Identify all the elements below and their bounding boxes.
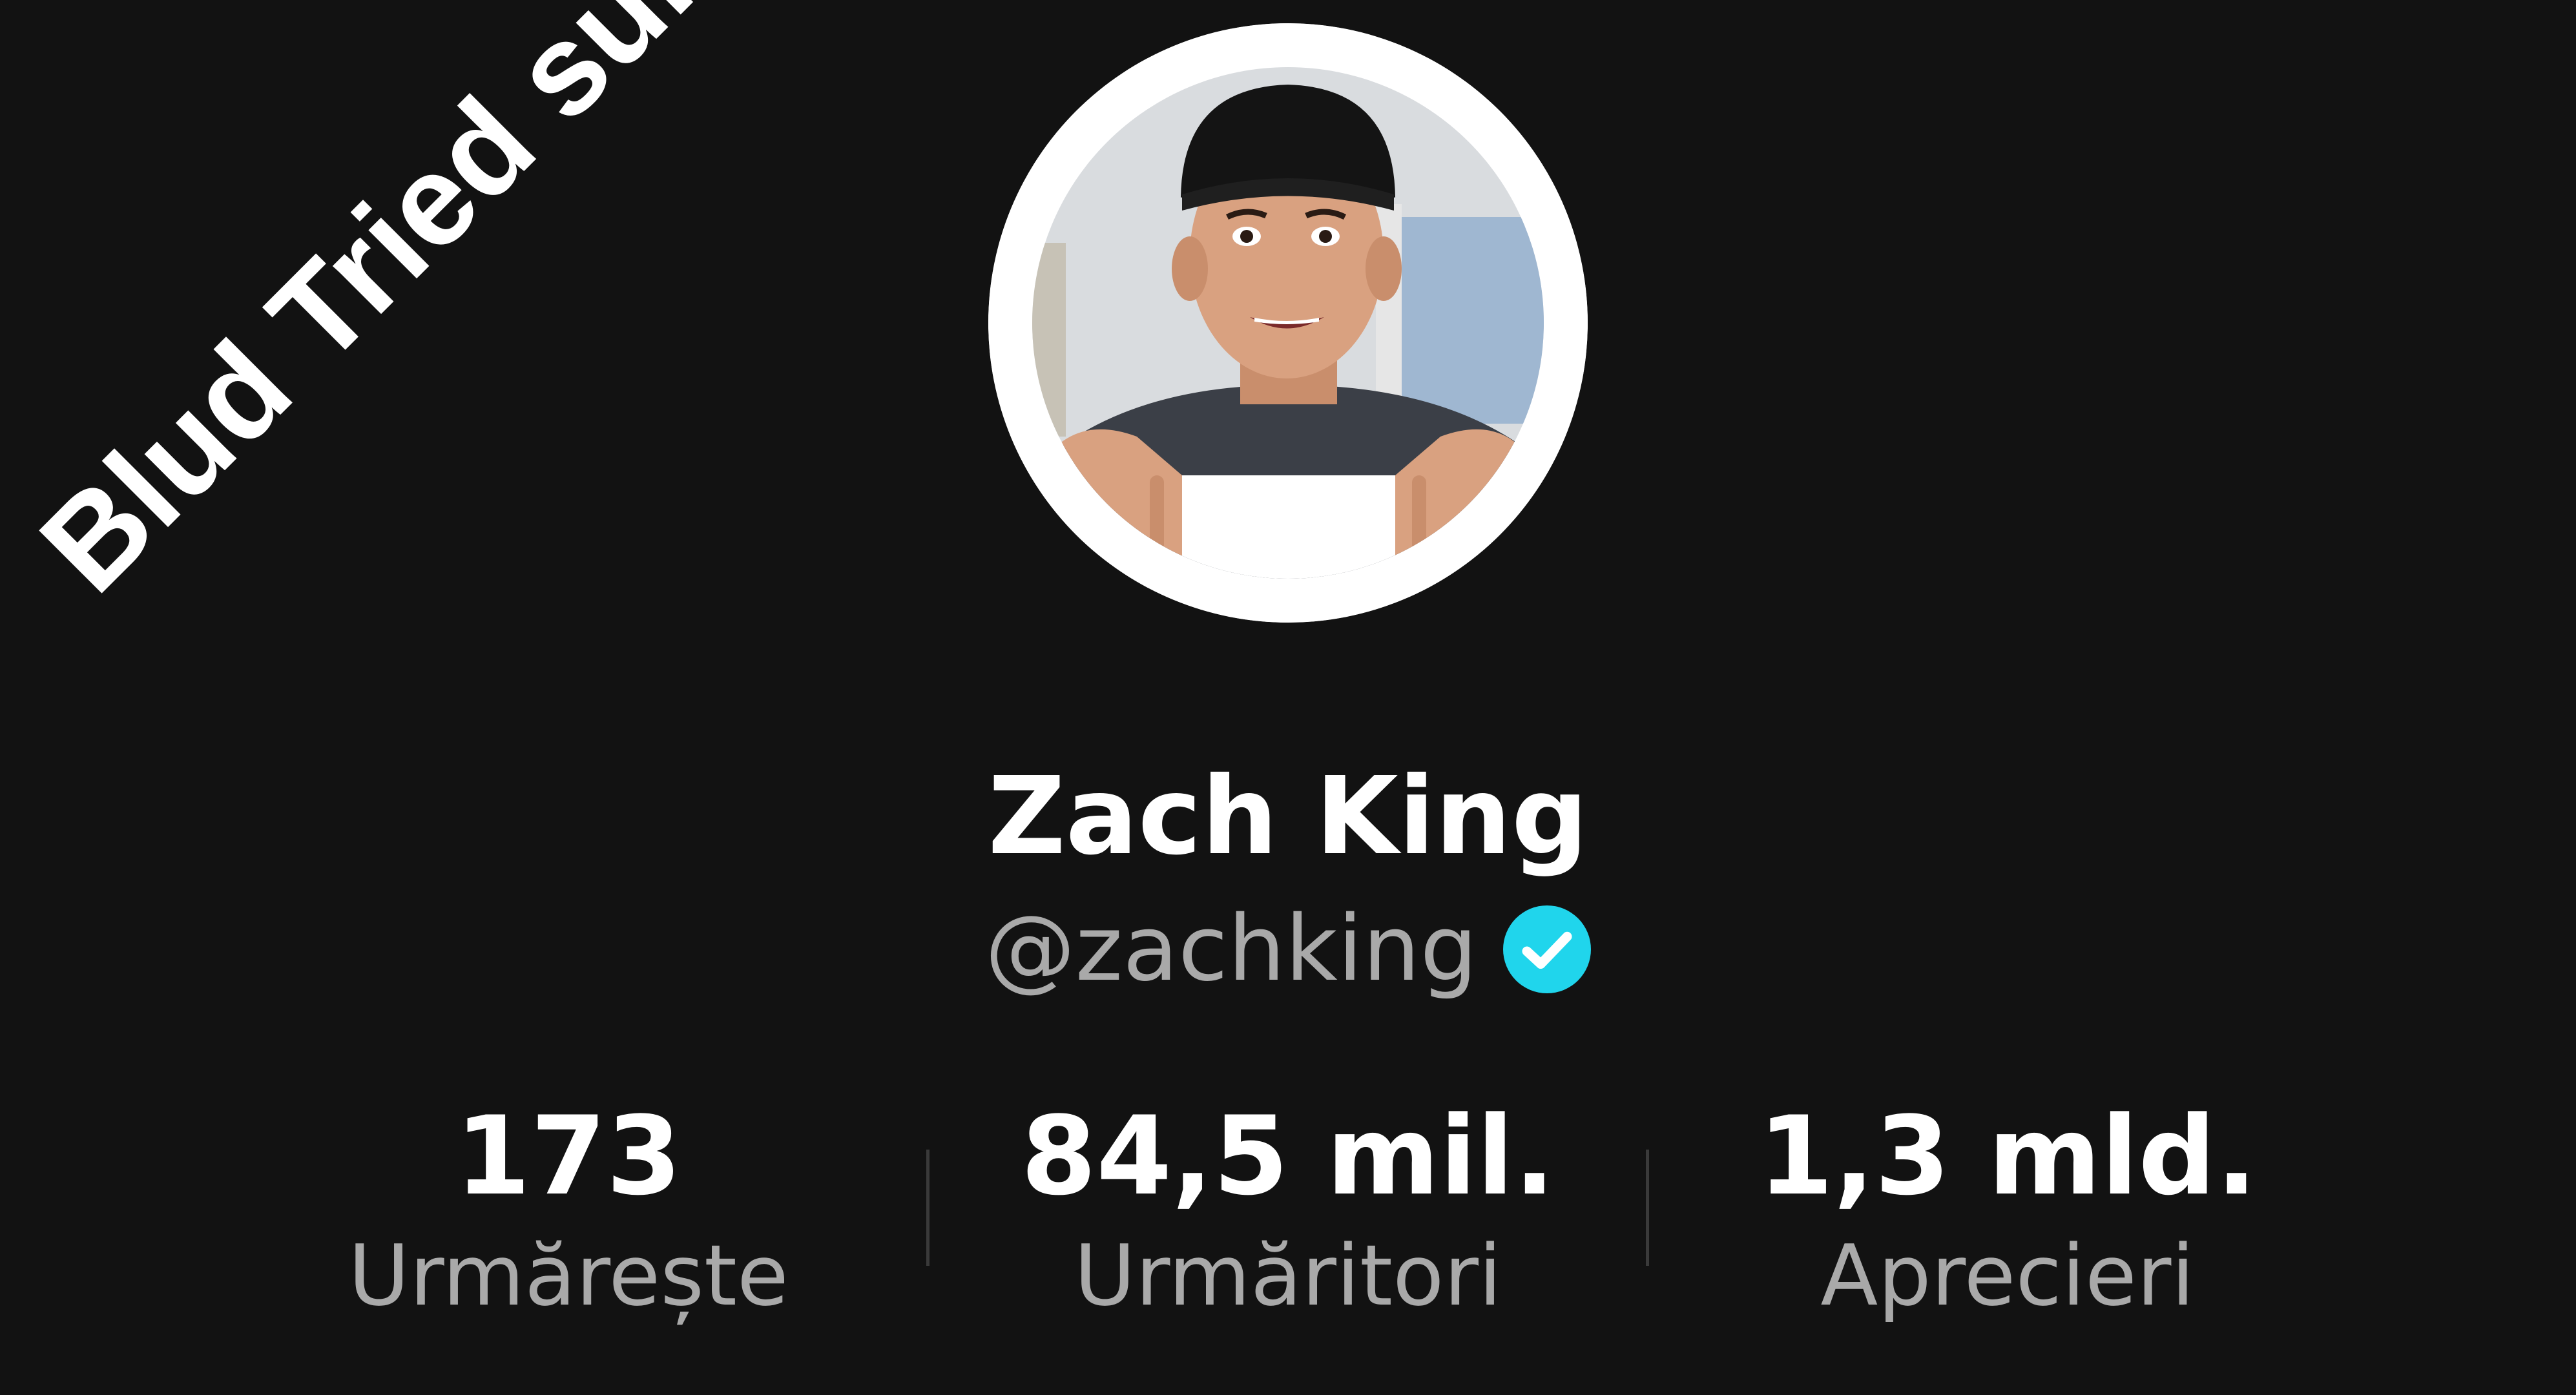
stat-likes[interactable]: 1,3 mld. Aprecieri: [1685, 1091, 2331, 1330]
profile-stats: 173 Urmărește 84,5 mil. Urmăritori 1,3 m…: [0, 1091, 2576, 1337]
stat-followers-value: 84,5 mil.: [1021, 1093, 1555, 1219]
avatar[interactable]: [988, 23, 1588, 623]
stat-following-value: 173: [455, 1093, 682, 1219]
profile-name: Zach King: [988, 754, 1588, 879]
stat-likes-value: 1,3 mld.: [1758, 1093, 2258, 1219]
verified-check-icon: [1503, 905, 1592, 993]
overlay-caption: Blud Tried sum: [13, 0, 776, 619]
stat-followers[interactable]: 84,5 mil. Urmăritori: [965, 1091, 1611, 1330]
handle-row: @zachking: [0, 891, 2576, 1008]
stat-following-label: Urmărește: [348, 1226, 789, 1325]
stat-following[interactable]: 173 Urmărește: [245, 1091, 891, 1330]
stat-likes-label: Aprecieri: [1820, 1226, 2195, 1325]
profile-screen: Blud Tried sum Zach King @zachking 173 U…: [0, 0, 2576, 1395]
stat-followers-label: Urmăritori: [1074, 1226, 1502, 1325]
profile-handle: @zachking: [984, 896, 1478, 1002]
stats-divider: [926, 1150, 930, 1266]
avatar-photo: [988, 23, 1588, 623]
stats-divider: [1646, 1150, 1649, 1266]
